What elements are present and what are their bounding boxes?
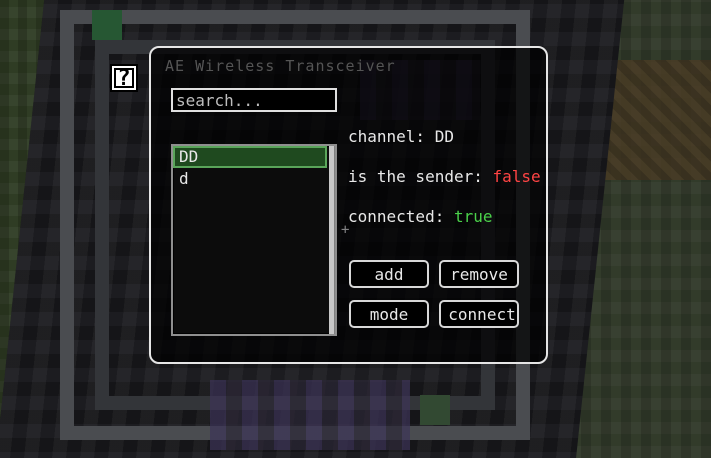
channel-list-item[interactable]: d <box>173 168 327 190</box>
connected-value: true <box>453 207 493 226</box>
crosshair-icon: + <box>341 222 350 238</box>
sender-label: is the sender: <box>348 167 493 186</box>
list-scrollbar-thumb[interactable] <box>329 146 335 334</box>
sender-info: is the sender: false <box>348 167 541 186</box>
list-scrollbar-track[interactable] <box>329 146 335 334</box>
channel-info: channel: DD <box>348 127 454 146</box>
add-button[interactable]: add <box>349 260 429 288</box>
help-icon[interactable]: ? <box>110 64 138 92</box>
window-title: AE Wireless Transceiver <box>165 57 396 75</box>
channel-list: DD d <box>171 144 337 336</box>
connected-label: connected: <box>348 207 454 226</box>
channel-value: DD <box>434 127 454 146</box>
channel-list-item[interactable]: DD <box>173 146 327 168</box>
connect-button-label: connect <box>448 304 516 324</box>
channel-label: channel: <box>348 127 435 146</box>
sender-value: false <box>492 167 541 186</box>
connect-button[interactable]: connect <box>439 300 519 328</box>
mode-button[interactable]: mode <box>349 300 429 328</box>
transceiver-panel: AE Wireless Transceiver DD d channel: DD… <box>149 46 548 364</box>
connected-info: connected: true <box>348 207 493 226</box>
search-input[interactable] <box>171 88 337 112</box>
remove-button[interactable]: remove <box>439 260 519 288</box>
